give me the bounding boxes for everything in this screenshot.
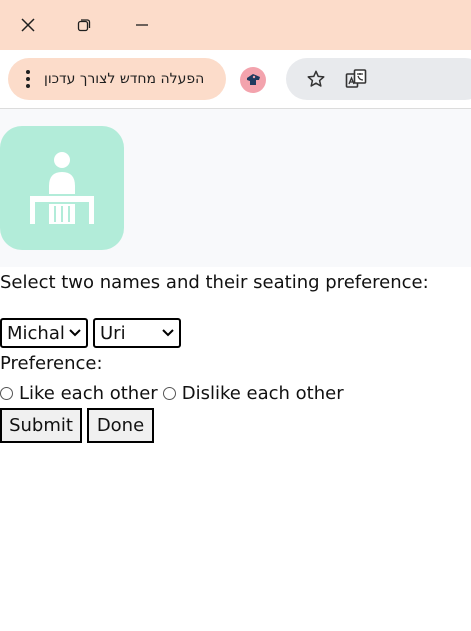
app-logo: [0, 126, 124, 250]
submit-button[interactable]: Submit: [0, 408, 82, 443]
minimize-icon: [136, 24, 148, 26]
star-icon: [307, 70, 325, 87]
relaunch-to-update-button[interactable]: הפעלה מחדש לצורך עדכון: [8, 58, 226, 100]
bookmark-button[interactable]: [304, 67, 328, 91]
update-chip-label: הפעלה מחדש לצורך עדכון: [44, 71, 205, 87]
close-window-button[interactable]: [14, 12, 42, 38]
restore-icon: [77, 19, 91, 32]
person-at-desk-icon: [30, 152, 94, 224]
window-titlebar: [0, 0, 471, 50]
dislike-radio-label: Dislike each other: [181, 383, 344, 404]
translate-button[interactable]: [344, 67, 368, 91]
web-page: Select two names and their seating prefe…: [0, 109, 471, 631]
first-name-select-value: Michal: [7, 322, 65, 344]
translate-icon: [345, 69, 367, 88]
first-name-select[interactable]: Michal: [0, 318, 88, 348]
close-icon: [21, 18, 35, 32]
chevron-down-icon: [69, 329, 81, 337]
preference-radio-group: Like each other Dislike each other: [0, 383, 344, 404]
second-name-select[interactable]: Uri: [93, 318, 181, 348]
instructions-text: Select two names and their seating prefe…: [0, 272, 429, 293]
chevron-down-icon: [162, 329, 174, 337]
header-banner: [0, 109, 471, 267]
preference-label: Preference:: [0, 353, 103, 374]
more-vert-icon: [24, 70, 32, 88]
done-button[interactable]: Done: [87, 408, 154, 443]
extension-avatar-button[interactable]: [240, 67, 266, 93]
extension-avatar-icon: [247, 74, 260, 85]
second-name-select-value: Uri: [100, 322, 126, 344]
dislike-radio[interactable]: [162, 387, 176, 400]
minimize-window-button[interactable]: [128, 12, 156, 38]
like-radio-label: Like each other: [19, 383, 158, 404]
restore-window-button[interactable]: [70, 12, 98, 38]
like-radio[interactable]: [0, 387, 13, 400]
